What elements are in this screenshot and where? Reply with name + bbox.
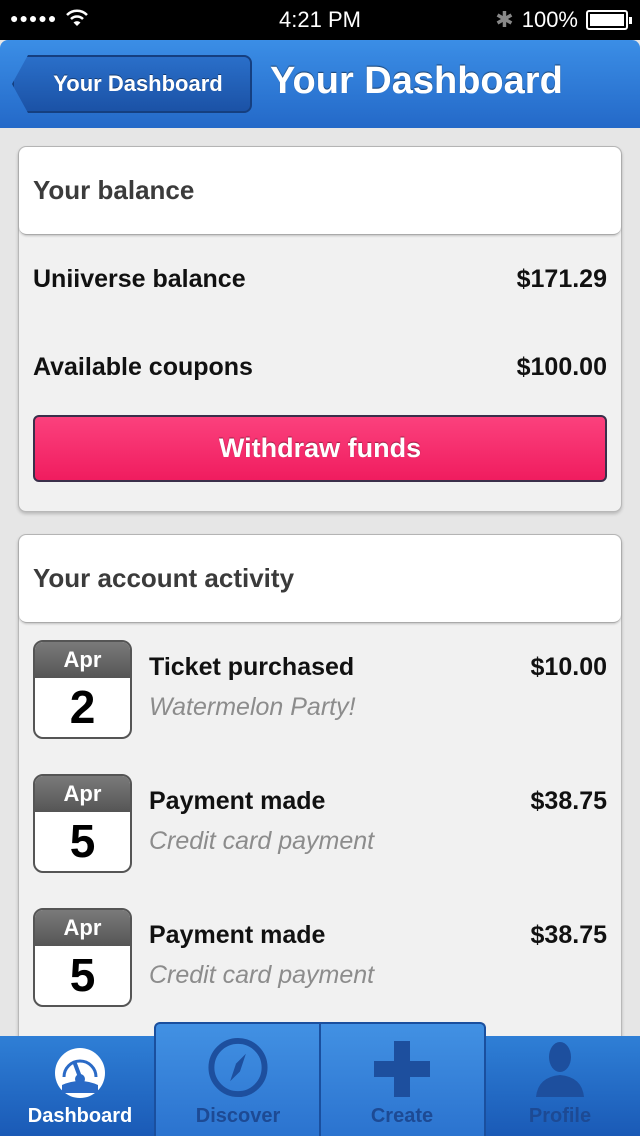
calendar-day: 5 [69, 815, 96, 867]
calendar-icon: Apr 2 [33, 640, 132, 739]
plus-icon [374, 1041, 430, 1097]
tab-label: Dashboard [27, 1105, 133, 1127]
compass-icon [208, 1037, 268, 1098]
calendar-month: Apr [35, 910, 130, 946]
activity-title: Payment made [149, 787, 326, 815]
activity-amount: $10.00 [530, 653, 607, 681]
battery-percent: 100% [521, 7, 578, 32]
tab-label: Profile [528, 1105, 592, 1127]
navigation-bar: Your Dashboard Your Dashboard [0, 40, 640, 128]
activity-subtitle: Watermelon Party! [149, 693, 356, 721]
calendar-icon: Apr 5 [33, 774, 132, 873]
activity-title: Ticket purchased [149, 653, 355, 681]
calendar-icon: Apr 5 [33, 908, 132, 1007]
battery-icon [586, 10, 632, 30]
tab-label: Discover [195, 1105, 281, 1127]
bluetooth-icon: ✱ [495, 7, 514, 32]
dashboard-gauge-icon [55, 1048, 105, 1098]
activity-title: Payment made [149, 921, 326, 949]
activity-amount: $38.75 [530, 787, 607, 815]
withdraw-funds-button[interactable]: Withdraw funds [33, 415, 607, 482]
tab-dashboard[interactable]: Dashboard [0, 1036, 160, 1136]
balance-label: Uniiverse balance [33, 264, 246, 293]
calendar-month: Apr [35, 642, 130, 678]
page-title: Your Dashboard [270, 60, 563, 102]
coupons-value: $100.00 [516, 352, 607, 381]
balance-card-header: Your balance [19, 147, 621, 235]
status-bar: ●●●●● 4:21 PM ✱ 100% [0, 0, 640, 40]
activity-item[interactable]: Apr 5 Payment made Credit card payment $… [19, 757, 621, 891]
coupons-row: Available coupons $100.00 [19, 323, 621, 411]
tab-discover[interactable]: Discover [158, 1036, 318, 1136]
activity-item[interactable]: Apr 5 Payment made Credit card payment $… [19, 891, 621, 1025]
activity-subtitle: Credit card payment [149, 827, 375, 855]
activity-card-header: Your account activity [19, 535, 621, 623]
calendar-day: 2 [69, 681, 96, 733]
balance-row: Uniiverse balance $171.29 [19, 235, 621, 323]
tab-create[interactable]: Create [322, 1036, 482, 1136]
activity-item[interactable]: Apr 2 Ticket purchased Watermelon Party!… [19, 623, 621, 757]
person-icon [536, 1042, 584, 1097]
tab-profile[interactable]: Profile [480, 1036, 640, 1136]
balance-card: Your balance Uniiverse balance $171.29 A… [18, 146, 622, 512]
tab-label: Create [370, 1105, 434, 1127]
tab-divider [319, 1024, 321, 1136]
calendar-day: 5 [69, 949, 96, 1001]
coupons-label: Available coupons [33, 352, 253, 381]
back-button[interactable]: Your Dashboard [12, 55, 252, 113]
activity-card: Your account activity Apr 2 Ticket purch… [18, 534, 622, 1054]
balance-value: $171.29 [516, 264, 607, 293]
calendar-month: Apr [35, 776, 130, 812]
activity-subtitle: Credit card payment [149, 961, 375, 989]
activity-amount: $38.75 [530, 921, 607, 949]
